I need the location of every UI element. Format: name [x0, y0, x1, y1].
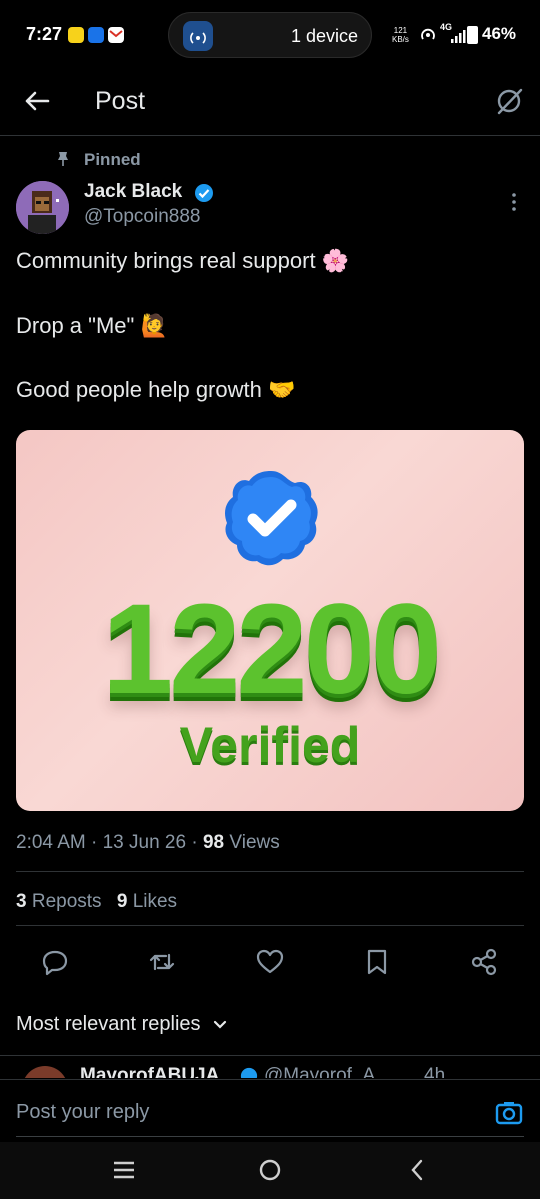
- share-button[interactable]: [467, 945, 501, 979]
- status-time: 7:27: [26, 24, 63, 44]
- messages-icon: [88, 27, 104, 43]
- reply-input[interactable]: Post your reply: [16, 1101, 149, 1124]
- replies-sort-dropdown[interactable]: Most relevant replies: [16, 1013, 228, 1036]
- post-meta: 2:04 AM · 13 Jun 26 · 98 Views: [16, 832, 280, 853]
- home-button[interactable]: [256, 1156, 284, 1184]
- meta-divider: [16, 871, 524, 872]
- grok-button[interactable]: [494, 86, 524, 116]
- likes-count: 9: [116, 891, 128, 912]
- page-title: Post: [95, 87, 146, 115]
- header-divider: [0, 135, 540, 136]
- post-image[interactable]: 12200 Verified: [16, 430, 524, 811]
- avatar: [22, 1066, 68, 1078]
- composer-top-divider: [0, 1079, 540, 1080]
- views-label: Views: [229, 832, 280, 853]
- post-stats: 3 Reposts 9 Likes: [16, 891, 177, 913]
- device-count: 1 device: [291, 26, 359, 46]
- author-handle[interactable]: @Topcoin888: [84, 206, 200, 228]
- bookmark-button[interactable]: [360, 945, 394, 979]
- net-speed: 121 KB/s: [392, 26, 409, 44]
- device-pill[interactable]: 1 device: [168, 12, 372, 58]
- signal-icon: [450, 28, 466, 49]
- image-number: 12200: [102, 578, 442, 721]
- pinned-label: Pinned: [84, 150, 141, 169]
- reply-author-handle: @Mayorof_A...: [264, 1065, 391, 1078]
- chevron-left-icon: [411, 1159, 423, 1181]
- grok-icon: [497, 88, 523, 115]
- more-vertical-icon: [512, 193, 516, 211]
- broadcast-icon: [183, 21, 213, 51]
- replies-divider: [0, 1055, 540, 1056]
- image-caption: Verified: [179, 717, 361, 773]
- chevron-down-icon: [213, 1020, 227, 1029]
- reposts-stat[interactable]: 3 Reposts: [16, 891, 102, 912]
- post-text-line: Community brings real support 🌸: [16, 248, 350, 273]
- system-nav-bar: [0, 1142, 540, 1199]
- post-text-line: Good people help growth 🤝: [16, 377, 296, 402]
- author-name[interactable]: Jack Black: [84, 181, 182, 203]
- reply-icon: [42, 950, 68, 976]
- verified-badge-icon: [240, 1067, 258, 1078]
- heart-icon: [256, 949, 284, 974]
- verified-badge-icon: [194, 183, 214, 208]
- battery-percent: 46%: [482, 24, 517, 43]
- repost-button[interactable]: [145, 945, 179, 979]
- views-count: 98: [202, 832, 225, 853]
- camera-icon: [495, 1102, 523, 1125]
- composer-underline: [16, 1136, 524, 1137]
- replies-sort-label: Most relevant replies: [16, 1013, 201, 1035]
- more-options-button[interactable]: [504, 190, 524, 214]
- repost-icon: [149, 953, 175, 971]
- snapchat-icon: [68, 27, 84, 43]
- avatar[interactable]: [16, 181, 69, 234]
- pin-icon: [56, 151, 70, 172]
- verified-check-icon: [225, 471, 318, 566]
- reposts-label: Reposts: [31, 891, 102, 912]
- back-button[interactable]: [22, 86, 52, 116]
- likes-label: Likes: [132, 891, 178, 912]
- post-text-line: Drop a "Me" 🙋: [16, 313, 168, 338]
- reply-time: 4h: [424, 1065, 446, 1078]
- status-bar: 7:27 1 device 121 KB/s 4G 46%: [0, 0, 540, 70]
- stats-divider: [16, 925, 524, 926]
- like-button[interactable]: [253, 945, 287, 979]
- home-circle-icon: [259, 1159, 281, 1181]
- reply-author-name: MayorofABUJA: [80, 1065, 220, 1078]
- reply-button[interactable]: [38, 945, 72, 979]
- camera-button[interactable]: [494, 1098, 524, 1128]
- menu-icon: [114, 1161, 134, 1179]
- back-nav-button[interactable]: [404, 1156, 432, 1184]
- recents-button[interactable]: [110, 1158, 138, 1182]
- reply-item[interactable]: MayorofABUJA @Mayorof_A... 4h: [16, 1062, 540, 1078]
- back-arrow-icon: [25, 91, 50, 111]
- post-date: 13 Jun 26: [102, 832, 187, 853]
- post-time: 2:04 AM: [16, 832, 86, 853]
- likes-stat[interactable]: 9 Likes: [117, 891, 177, 912]
- hotspot-icon: [418, 24, 438, 49]
- bookmark-icon: [367, 949, 387, 975]
- gmail-icon: [108, 27, 124, 43]
- reposts-count: 3: [16, 891, 27, 912]
- battery-icon: [467, 26, 478, 44]
- share-icon: [471, 948, 497, 976]
